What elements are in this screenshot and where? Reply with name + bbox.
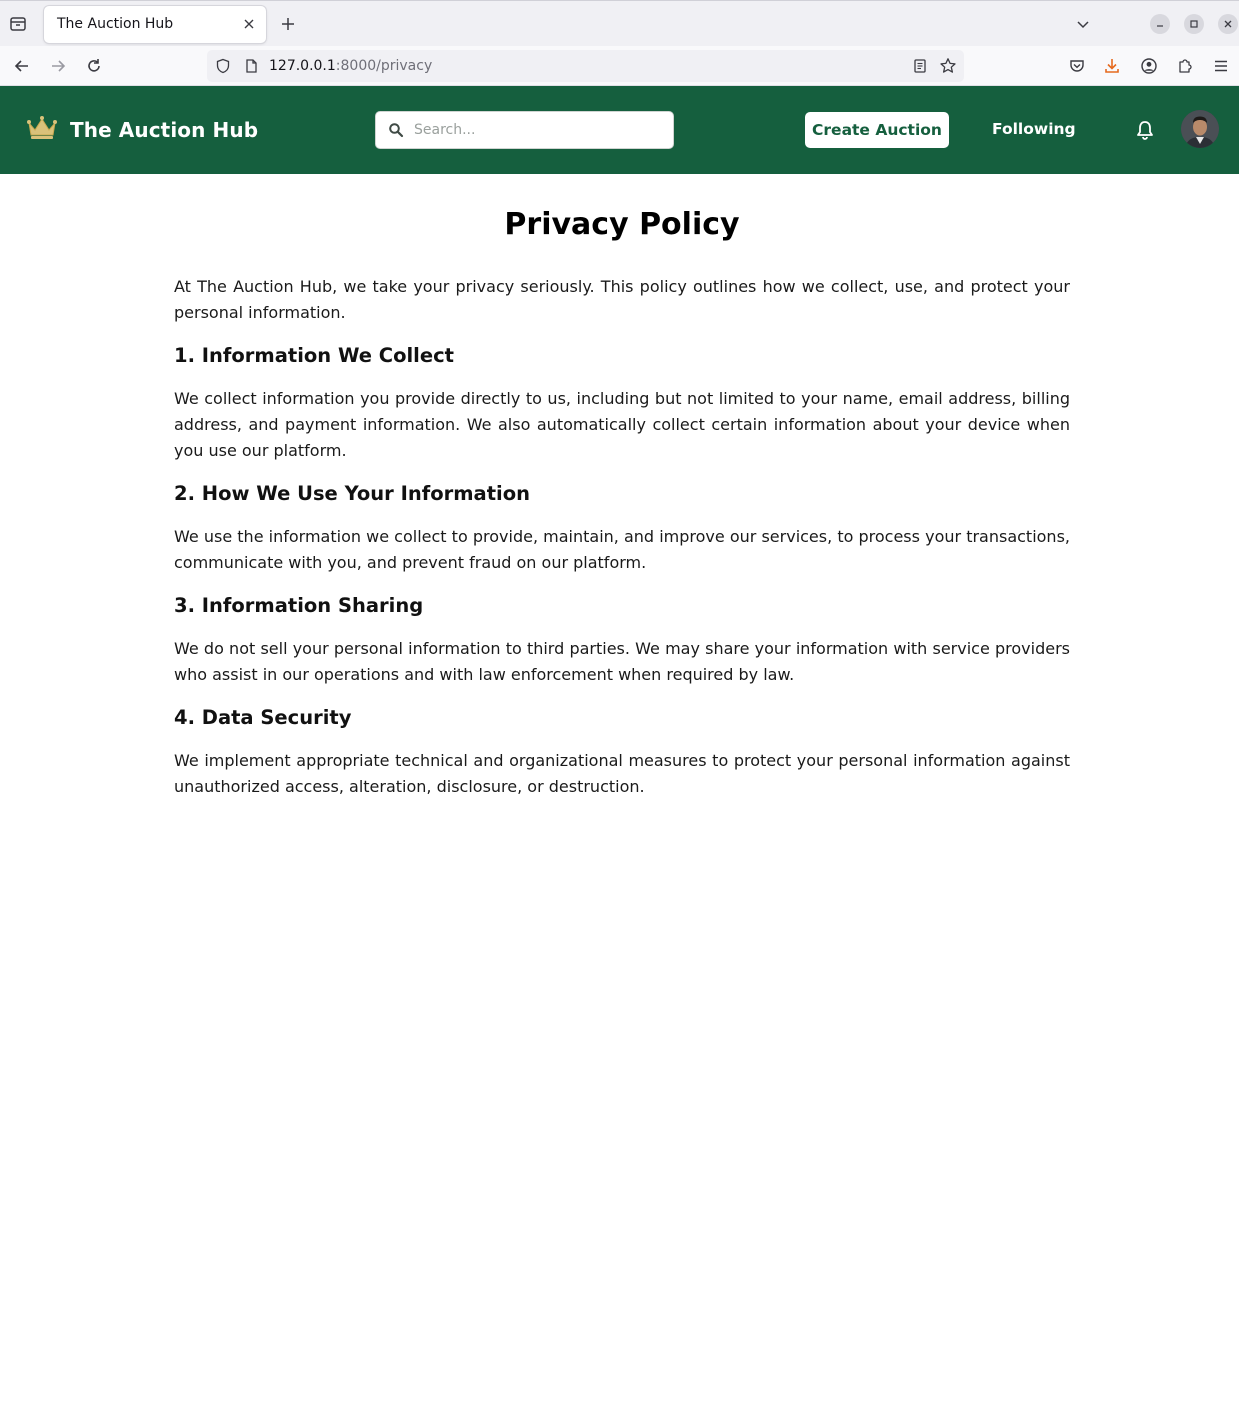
shield-icon[interactable] [215,58,231,78]
window-close-icon[interactable] [1218,14,1238,34]
bookmark-star-icon[interactable] [939,57,957,79]
brand-name: The Auction Hub [70,118,259,142]
maximize-icon[interactable] [1184,14,1204,34]
privacy-content: Privacy Policy At The Auction Hub, we ta… [174,174,1070,800]
brand-home-link[interactable]: The Auction Hub [26,114,258,146]
url-text: 127.0.0.1:8000/privacy [269,58,433,74]
tab-title: The Auction Hub [57,16,174,32]
search-input[interactable] [414,112,664,148]
chevron-down-icon[interactable] [1073,14,1093,34]
menu-icon[interactable] [1209,54,1233,78]
pocket-icon[interactable] [1065,54,1089,78]
close-icon[interactable] [241,16,257,32]
reload-icon[interactable] [82,54,106,78]
search-box [375,111,674,149]
section-body-data-security: We implement appropriate technical and o… [174,751,1070,796]
section-heading-how-we-use: 2. How We Use Your Information [174,482,530,505]
section-heading-information-we-collect: 1. Information We Collect [174,344,454,367]
account-icon[interactable] [1137,54,1161,78]
back-arrow-icon[interactable] [10,54,34,78]
extensions-icon[interactable] [1173,54,1197,78]
section-body-information-sharing: We do not sell your personal information… [174,639,1070,684]
address-bar[interactable]: 127.0.0.1:8000/privacy [207,50,964,82]
intro-paragraph: At The Auction Hub, we take your privacy… [174,277,1070,322]
avatar[interactable] [1181,110,1219,148]
bell-icon[interactable] [1134,119,1156,141]
reader-view-icon[interactable] [912,58,928,78]
browser-tab-strip: The Auction Hub [0,0,1239,46]
section-body-information-we-collect: We collect information you provide direc… [174,389,1070,460]
download-icon[interactable] [1100,54,1124,78]
section-heading-data-security: 4. Data Security [174,706,352,729]
create-auction-button[interactable]: Create Auction [805,112,949,148]
search-icon [388,122,404,138]
browser-navbar: 127.0.0.1:8000/privacy [0,46,1239,86]
site-header: The Auction Hub Create Auction Following [0,86,1239,174]
minimize-icon[interactable] [1150,14,1170,34]
following-link[interactable]: Following [992,120,1076,138]
tab-overview-icon[interactable] [6,12,30,36]
section-heading-information-sharing: 3. Information Sharing [174,594,424,617]
page-title: Privacy Policy [504,207,740,242]
forward-arrow-icon[interactable] [46,54,70,78]
new-tab-icon[interactable] [277,13,299,35]
page-info-icon[interactable] [243,58,259,78]
browser-tab[interactable]: The Auction Hub [44,6,266,43]
crown-icon [26,115,58,145]
section-body-how-we-use: We use the information we collect to pro… [174,527,1070,572]
